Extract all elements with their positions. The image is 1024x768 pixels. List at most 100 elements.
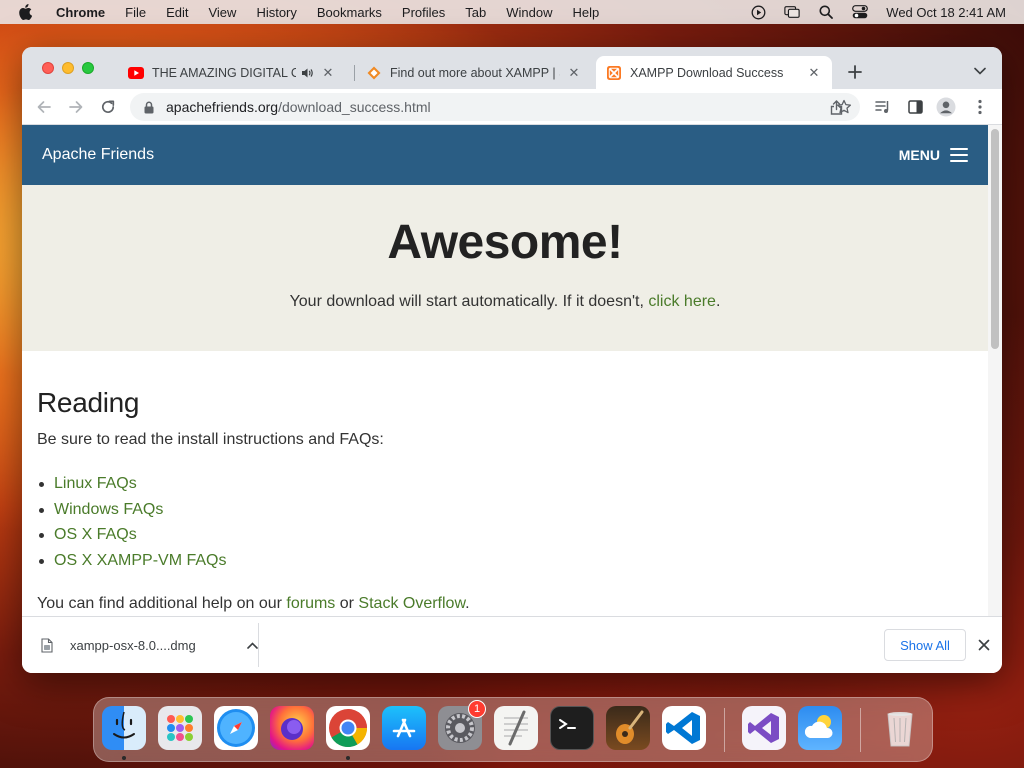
reading-intro: Be sure to read the install instructions… [37,431,384,448]
notification-badge: 1 [468,700,486,718]
running-indicator [346,756,350,760]
reading-section: Reading Be sure to read the install inst… [37,387,967,613]
menu-view[interactable]: View [208,5,236,20]
osx-faqs-link[interactable]: OS X FAQs [54,526,137,543]
new-tab-button[interactable] [844,61,866,83]
safari-icon[interactable] [214,706,258,750]
apple-menu-icon[interactable] [18,3,36,21]
tab-xampp-info[interactable]: Find out more about XAMPP | S ✕ [356,56,592,89]
help-text-end: . [465,595,470,612]
menu-history[interactable]: History [256,5,296,20]
chrome-menu-icon[interactable] [970,97,990,117]
vscode-icon[interactable] [662,706,706,750]
app-store-icon[interactable] [382,706,426,750]
back-button[interactable] [34,97,54,117]
youtube-icon [128,65,144,81]
menu-bookmarks[interactable]: Bookmarks [317,5,382,20]
menu-window[interactable]: Window [506,5,552,20]
bookmark-star-icon[interactable] [834,97,854,117]
tab-xampp-download-success[interactable]: XAMPP Download Success ✕ [596,56,832,89]
tab-title: Find out more about XAMPP | S [390,65,560,80]
close-icon[interactable] [974,635,994,655]
visual-studio-icon[interactable] [742,706,786,750]
tab-title: THE AMAZING DIGITAL CIRCUS [152,65,296,80]
windows-faqs-link[interactable]: Windows FAQs [54,501,163,518]
tab-strip: THE AMAZING DIGITAL CIRCUS ✕ Find out mo… [22,47,1002,89]
hero-title: Awesome! [387,216,623,269]
address-bar[interactable]: apachefriends.org/download_success.html [130,93,860,121]
system-preferences-icon[interactable]: 1 [438,700,486,750]
forums-link[interactable]: forums [286,595,335,612]
bitnami-icon [366,65,382,81]
tab-title: XAMPP Download Success [630,65,784,80]
dock-divider [724,708,725,752]
finder-icon[interactable] [102,706,146,750]
lead-end: . [715,293,721,310]
side-panel-icon[interactable] [905,97,925,117]
url-path: /download_success.html [278,99,431,115]
browser-toolbar: apachefriends.org/download_success.html [22,89,1002,125]
macos-dock: 1 [93,697,933,762]
page-viewport[interactable]: Apache Friends MENU Awesome! Your downlo… [22,125,988,616]
list-item: OS X XAMPP-VM FAQs [37,548,967,574]
lock-icon[interactable] [142,100,156,114]
tab-youtube[interactable]: THE AMAZING DIGITAL CIRCUS ✕ [118,56,346,89]
garageband-icon[interactable] [606,706,650,750]
menu-edit[interactable]: Edit [166,5,188,20]
menu-bar-clock[interactable]: Wed Oct 18 2:41 AM [886,5,1006,20]
help-text-mid: or [335,595,359,612]
spotlight-search-icon[interactable] [818,4,834,20]
hamburger-icon [950,148,968,162]
reload-button[interactable] [98,97,118,117]
menu-file[interactable]: File [125,5,146,20]
forward-button[interactable] [66,97,86,117]
file-icon [40,637,54,653]
menu-help[interactable]: Help [573,5,600,20]
trash-icon[interactable] [878,706,922,750]
window-minimize-button[interactable] [62,62,74,74]
help-text-start: You can find additional help on our [37,595,287,612]
macos-menu-bar: Chrome File Edit View History Bookmarks … [0,0,1024,24]
tab-close-icon[interactable]: ✕ [566,65,582,81]
reading-list-icon[interactable] [873,97,893,117]
download-item[interactable]: xampp-osx-8.0....dmg [40,631,260,659]
menu-label: MENU [898,147,940,163]
tab-close-icon[interactable]: ✕ [806,65,822,81]
site-menu-button[interactable]: MENU [899,147,968,163]
list-item: Windows FAQs [37,497,967,523]
textedit-icon[interactable] [494,706,538,750]
show-all-button[interactable]: Show All [884,629,966,661]
menu-tab[interactable]: Tab [465,5,486,20]
hero-lead: Your download will start automatically. … [22,293,988,311]
dock-divider [860,708,861,752]
firefox-icon[interactable] [270,706,314,750]
list-item: Linux FAQs [37,471,967,497]
weather-icon[interactable] [798,706,842,750]
control-center-icon[interactable] [852,4,869,20]
tab-close-icon[interactable]: ✕ [320,65,336,81]
osx-xampp-vm-faqs-link[interactable]: OS X XAMPP-VM FAQs [54,552,226,569]
menu-app-name[interactable]: Chrome [56,5,105,20]
screen-mirroring-icon[interactable] [784,4,800,20]
reading-heading: Reading [37,387,140,418]
stack-overflow-link[interactable]: Stack Overflow [358,595,465,612]
list-item: OS X FAQs [37,522,967,548]
click-here-link[interactable]: click here [648,293,716,310]
linux-faqs-link[interactable]: Linux FAQs [54,475,137,492]
window-close-button[interactable] [42,62,54,74]
profile-avatar-icon[interactable] [936,97,956,117]
launchpad-icon[interactable] [158,706,202,750]
page-scrollbar-thumb[interactable] [991,129,999,349]
window-zoom-button[interactable] [82,62,94,74]
xampp-icon [606,65,622,81]
tab-separator [354,65,355,81]
chrome-icon[interactable] [326,706,370,750]
download-shelf: xampp-osx-8.0....dmg Show All [22,616,1002,673]
faq-list: Linux FAQs Windows FAQs OS X FAQs OS X X… [37,471,967,573]
audio-playing-icon[interactable] [300,65,314,81]
tab-search-chevron-icon[interactable] [970,61,990,81]
site-brand-link[interactable]: Apache Friends [42,146,154,164]
menu-profiles[interactable]: Profiles [402,5,445,20]
screen-recording-icon[interactable] [750,4,766,20]
terminal-icon[interactable] [550,706,594,750]
